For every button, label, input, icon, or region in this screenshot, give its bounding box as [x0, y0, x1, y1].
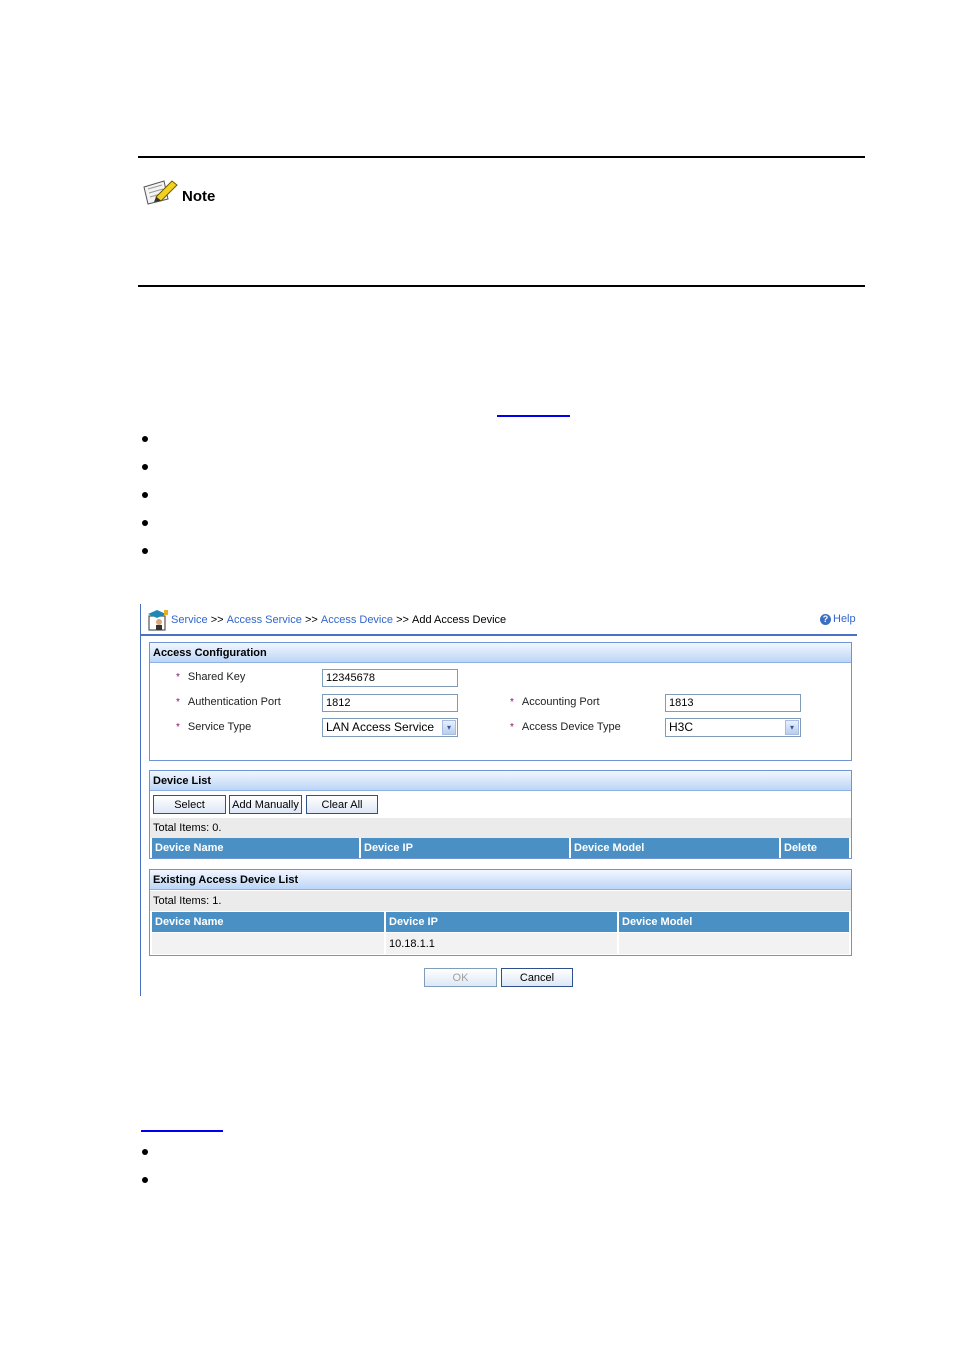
breadcrumb-access-device[interactable]: Access Device	[321, 614, 393, 626]
add-manually-button[interactable]: Add Manually	[229, 795, 302, 814]
required-mark: *	[176, 722, 180, 733]
bullet-4	[142, 520, 148, 526]
access-device-type-select[interactable]: H3C ▾	[665, 718, 801, 737]
note-top-rule	[138, 156, 865, 158]
breadcrumb-current: Add Access Device	[411, 614, 507, 626]
clear-all-button[interactable]: Clear All	[306, 795, 378, 814]
breadcrumb: Service >> Access Service >> Access Devi…	[147, 607, 506, 633]
service-user-icon	[148, 610, 168, 631]
authentication-port-label-text: Authentication Port	[187, 696, 281, 708]
table-reference-link[interactable]	[141, 1130, 223, 1132]
required-mark: *	[510, 722, 514, 733]
device-list-header: Device Name Device IP Device Model Delet…	[152, 838, 849, 858]
column-delete[interactable]: Delete	[781, 838, 849, 858]
bullet-1	[142, 436, 148, 442]
existing-device-list-title: Existing Access Device List	[150, 870, 851, 890]
chevron-down-icon[interactable]: ▾	[442, 720, 456, 735]
cancel-button[interactable]: Cancel	[501, 968, 573, 987]
authentication-port-input[interactable]: 1812	[322, 694, 458, 712]
breadcrumb-separator: >>	[210, 614, 224, 626]
service-type-value: LAN Access Service	[326, 720, 435, 734]
note-bottom-rule	[138, 285, 865, 287]
column-device-ip[interactable]: Device IP	[386, 912, 619, 932]
note-pencil-icon	[143, 180, 178, 205]
select-button[interactable]: Select	[153, 795, 226, 814]
access-configuration-title: Access Configuration	[150, 643, 851, 663]
shared-key-label: * Shared Key	[176, 671, 245, 683]
figure-reference-link[interactable]	[497, 415, 570, 417]
access-device-type-value: H3C	[669, 720, 694, 734]
service-type-select[interactable]: LAN Access Service ▾	[322, 718, 458, 737]
note-label: Note	[182, 188, 216, 205]
accounting-port-input[interactable]: 1813	[665, 694, 801, 712]
device-list-title: Device List	[150, 771, 851, 791]
column-device-ip[interactable]: Device IP	[361, 838, 571, 858]
device-list-panel: Device List Total Items: 0. Device Name …	[149, 770, 852, 859]
column-device-name[interactable]: Device Name	[152, 838, 361, 858]
ok-button[interactable]: OK	[424, 968, 497, 987]
column-device-name[interactable]: Device Name	[152, 912, 386, 932]
service-type-label-text: Service Type	[187, 721, 252, 733]
help-label: Help	[833, 613, 856, 625]
existing-device-list-total: Total Items: 1.	[150, 891, 851, 911]
help-icon: ?	[820, 613, 831, 625]
required-mark: *	[510, 697, 514, 708]
accounting-port-label-text: Accounting Port	[521, 696, 600, 708]
table-row[interactable]: 10.18.1.1	[152, 933, 849, 954]
required-mark: *	[176, 697, 180, 708]
shared-key-input[interactable]: 12345678	[322, 669, 458, 687]
cell-device-ip: 10.18.1.1	[386, 933, 619, 954]
breadcrumb-separator: >>	[304, 614, 318, 626]
service-type-label: * Service Type	[176, 721, 251, 733]
existing-device-list-panel: Existing Access Device List Total Items:…	[149, 869, 852, 956]
access-device-type-label: * Access Device Type	[510, 721, 621, 733]
bullet-7	[142, 1177, 148, 1183]
help-link[interactable]: ? Help	[820, 613, 856, 625]
existing-device-list-header: Device Name Device IP Device Model	[152, 912, 849, 932]
column-device-model[interactable]: Device Model	[619, 912, 849, 932]
breadcrumb-divider	[141, 634, 857, 636]
authentication-port-label: * Authentication Port	[176, 696, 281, 708]
chevron-down-icon[interactable]: ▾	[785, 720, 799, 735]
cell-device-name	[152, 933, 386, 954]
breadcrumb-service[interactable]: Service	[171, 614, 208, 626]
bullet-2	[142, 464, 148, 470]
shared-key-label-text: Shared Key	[187, 671, 246, 683]
breadcrumb-separator: >>	[396, 614, 409, 626]
breadcrumb-access-service[interactable]: Access Service	[227, 614, 302, 626]
figure-left-border	[140, 604, 141, 996]
device-list-total: Total Items: 0.	[150, 818, 851, 838]
required-mark: *	[176, 672, 180, 683]
cell-device-model	[619, 933, 849, 954]
bullet-6	[142, 1149, 148, 1155]
accounting-port-label: * Accounting Port	[510, 696, 600, 708]
bullet-3	[142, 492, 148, 498]
access-device-type-label-text: Access Device Type	[521, 721, 621, 733]
bullet-5	[142, 548, 148, 554]
column-device-model[interactable]: Device Model	[571, 838, 781, 858]
